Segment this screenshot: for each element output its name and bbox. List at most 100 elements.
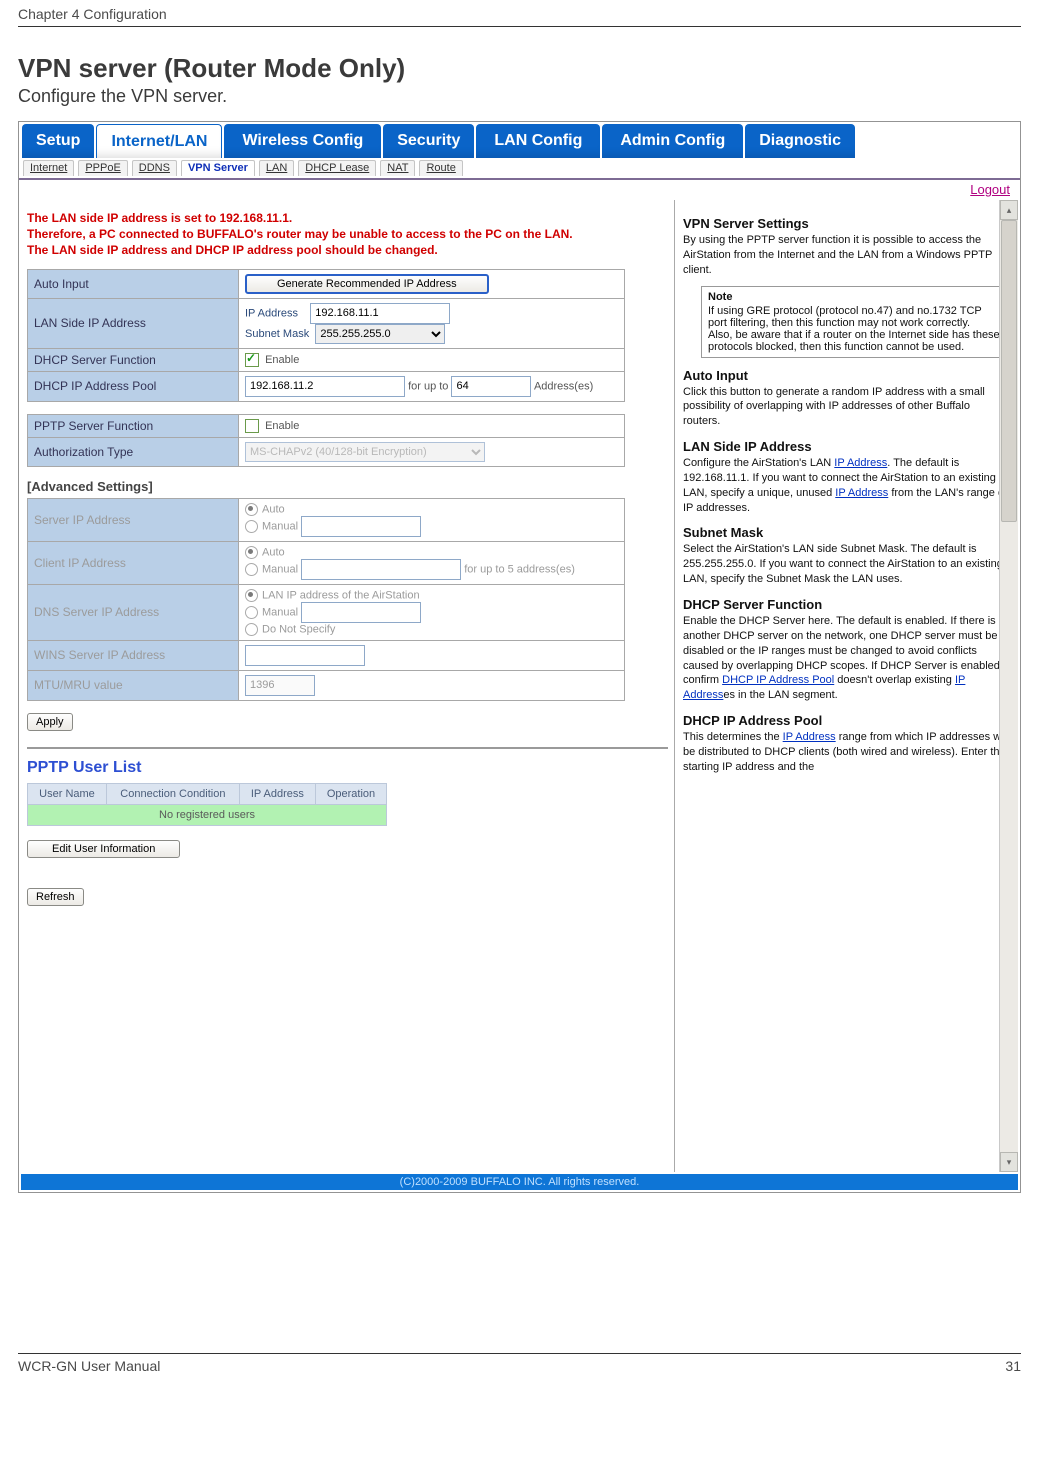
subtab-vpn-server[interactable]: VPN Server <box>181 160 255 176</box>
server-ip-auto-radio <box>245 503 258 516</box>
help-auto-input-para: Click this button to generate a random I… <box>683 385 1010 430</box>
help-subnet-para: Select the AirStation's LAN side Subnet … <box>683 542 1010 587</box>
scroll-up-icon[interactable]: ▴ <box>1000 200 1018 220</box>
apply-button[interactable]: Apply <box>27 713 73 731</box>
help-pool-para: This determines the IP Address range fro… <box>683 730 1010 775</box>
refresh-button[interactable]: Refresh <box>27 888 84 906</box>
row-dns-label: DNS Server IP Address <box>28 584 239 640</box>
help-subnet-title: Subnet Mask <box>683 525 1010 540</box>
user-col-operation: Operation <box>315 783 386 804</box>
for-up-to-text: for up to <box>408 380 448 392</box>
tab-admin-config[interactable]: Admin Config <box>602 124 743 158</box>
dns-manual-text: Manual <box>262 606 298 618</box>
client-ip-suffix: for up to 5 address(es) <box>464 563 575 575</box>
subtab-nat[interactable]: NAT <box>380 160 415 176</box>
subtab-route[interactable]: Route <box>419 160 462 176</box>
subnet-mask-select[interactable]: 255.255.255.0 <box>315 324 445 344</box>
dns-manual-radio <box>245 606 258 619</box>
row-auth-type-label: Authorization Type <box>28 437 239 466</box>
row-pptp-server-label: PPTP Server Function <box>28 414 239 437</box>
server-ip-manual-radio <box>245 520 258 533</box>
help-dhcp-para: Enable the DHCP Server here. The default… <box>683 614 1010 703</box>
client-ip-manual-input <box>301 559 461 580</box>
mtu-input <box>245 675 315 696</box>
help-panel: VPN Server Settings By using the PPTP se… <box>674 200 1018 1172</box>
tab-setup[interactable]: Setup <box>22 124 94 158</box>
dns-none-text: Do Not Specify <box>262 623 335 635</box>
main-tabs: Setup Internet/LAN Wireless Config Secur… <box>19 122 1020 158</box>
dhcp-pool-start-input[interactable] <box>245 376 405 397</box>
client-ip-auto-text: Auto <box>262 546 285 558</box>
subtab-ddns[interactable]: DDNS <box>132 160 177 176</box>
help-scrollbar[interactable]: ▴ ▾ <box>999 200 1018 1172</box>
copyright-footer: (C)2000-2009 BUFFALO INC. All rights res… <box>21 1174 1018 1190</box>
doc-footer-page: 31 <box>1005 1358 1021 1374</box>
row-auto-input-label: Auto Input <box>28 269 239 298</box>
pptp-enable-text: Enable <box>265 419 299 431</box>
addresses-text: Address(es) <box>534 380 593 392</box>
row-lan-ip-label: LAN Side IP Address <box>28 298 239 348</box>
client-ip-manual-text: Manual <box>262 563 298 575</box>
tab-wireless-config[interactable]: Wireless Config <box>224 124 381 158</box>
dns-none-radio <box>245 623 258 636</box>
generate-ip-button[interactable]: Generate Recommended IP Address <box>245 274 489 294</box>
dns-lanip-radio <box>245 589 258 602</box>
server-ip-manual-input <box>301 516 421 537</box>
user-col-ip: IP Address <box>239 783 315 804</box>
dhcp-pool-count-input[interactable] <box>451 376 531 397</box>
subtab-pppoe[interactable]: PPPoE <box>78 160 127 176</box>
help-dhcp-link1[interactable]: DHCP IP Address Pool <box>722 674 834 686</box>
warning-text: The LAN side IP address is set to 192.16… <box>27 210 668 259</box>
help-note-label: Note <box>708 291 1003 303</box>
help-lanip-link1[interactable]: IP Address <box>834 457 887 469</box>
dns-lanip-text: LAN IP address of the AirStation <box>262 589 420 601</box>
row-mtu-label: MTU/MRU value <box>28 670 239 700</box>
dns-manual-input <box>301 602 421 623</box>
tab-internet-lan[interactable]: Internet/LAN <box>96 124 222 158</box>
help-vpn-settings-title: VPN Server Settings <box>683 216 1010 231</box>
row-wins-label: WINS Server IP Address <box>28 640 239 670</box>
subtab-lan[interactable]: LAN <box>259 160 294 176</box>
doc-footer-left: WCR-GN User Manual <box>18 1358 160 1374</box>
logout-link[interactable]: Logout <box>970 182 1010 197</box>
pptp-user-list-title: PPTP User List <box>27 759 668 777</box>
help-lanip-link2[interactable]: IP Address <box>835 487 888 499</box>
ip-address-input[interactable] <box>310 303 450 324</box>
server-ip-auto-text: Auto <box>262 503 285 515</box>
tab-security[interactable]: Security <box>383 124 474 158</box>
row-dhcp-pool-label: DHCP IP Address Pool <box>28 371 239 401</box>
help-note-body: If using GRE protocol (protocol no.47) a… <box>708 305 1000 353</box>
router-admin-screenshot: Setup Internet/LAN Wireless Config Secur… <box>18 121 1021 1193</box>
help-dhcp-title: DHCP Server Function <box>683 597 1010 612</box>
user-col-condition: Connection Condition <box>106 783 239 804</box>
tab-lan-config[interactable]: LAN Config <box>476 124 600 158</box>
row-server-ip-label: Server IP Address <box>28 498 239 541</box>
scroll-thumb[interactable] <box>1001 220 1017 522</box>
help-lanip-title: LAN Side IP Address <box>683 439 1010 454</box>
section-subtitle: Configure the VPN server. <box>18 86 1021 107</box>
main-form-area: The LAN side IP address is set to 192.16… <box>21 200 674 1172</box>
ip-address-sublabel: IP Address <box>245 307 298 319</box>
help-lanip-para: Configure the AirStation's LAN IP Addres… <box>683 456 1010 515</box>
pptp-enable-checkbox[interactable] <box>245 419 259 433</box>
user-col-name: User Name <box>28 783 107 804</box>
subtab-dhcp-lease[interactable]: DHCP Lease <box>298 160 376 176</box>
advanced-settings-title: [Advanced Settings] <box>27 479 668 494</box>
dhcp-enable-text: Enable <box>265 353 299 365</box>
edit-user-button[interactable]: Edit User Information <box>27 840 180 858</box>
subtab-internet[interactable]: Internet <box>23 160 74 176</box>
dhcp-enable-checkbox[interactable] <box>245 353 259 367</box>
subnet-mask-sublabel: Subnet Mask <box>245 328 309 340</box>
section-title: VPN server (Router Mode Only) <box>18 53 1021 84</box>
client-ip-auto-radio <box>245 546 258 559</box>
help-pool-link[interactable]: IP Address <box>783 731 836 743</box>
help-pool-title: DHCP IP Address Pool <box>683 713 1010 728</box>
auth-type-select: MS-CHAPv2 (40/128-bit Encryption) <box>245 442 485 462</box>
sub-tabs: Internet PPPoE DDNS VPN Server LAN DHCP … <box>19 158 1020 180</box>
scroll-down-icon[interactable]: ▾ <box>1000 1152 1018 1172</box>
tab-diagnostic[interactable]: Diagnostic <box>745 124 855 158</box>
doc-chapter-header: Chapter 4 Configuration <box>18 0 1021 27</box>
help-note-box: Note If using GRE protocol (protocol no.… <box>701 286 1010 358</box>
row-client-ip-label: Client IP Address <box>28 541 239 584</box>
user-list-empty: No registered users <box>28 804 387 825</box>
